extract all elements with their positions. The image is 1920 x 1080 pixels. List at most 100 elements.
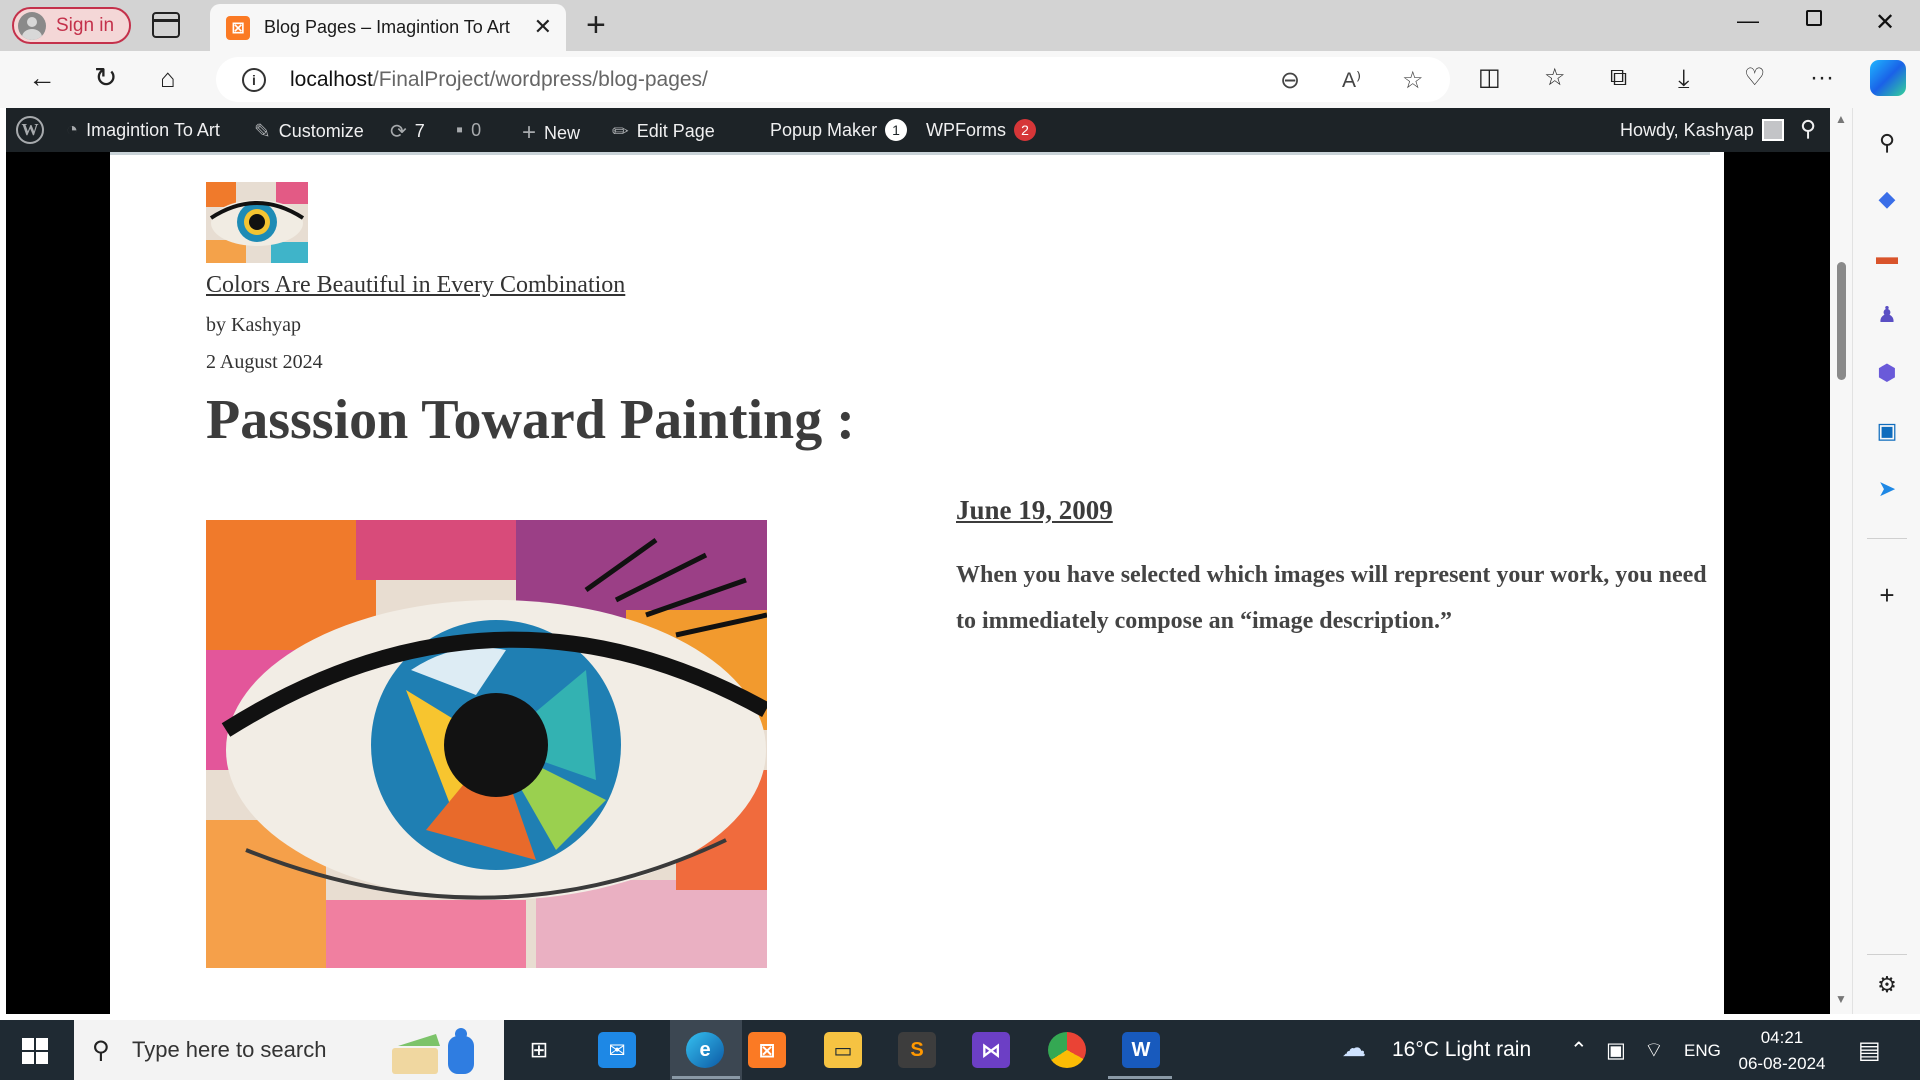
- weather-text[interactable]: 16°C Light rain: [1392, 1038, 1531, 1062]
- favorite-star-icon[interactable]: ☆: [1402, 66, 1424, 95]
- pencil-icon: ✏: [612, 121, 629, 143]
- games-icon[interactable]: ♟: [1874, 302, 1900, 328]
- post-date: 2 August 2024: [206, 351, 323, 373]
- downloads-icon[interactable]: ⤓: [1678, 63, 1690, 93]
- url-text[interactable]: localhost/FinalProject/wordpress/blog-pa…: [290, 68, 708, 92]
- site-info-icon[interactable]: i: [242, 68, 266, 92]
- display-icon[interactable]: ▣: [1606, 1038, 1626, 1063]
- add-sidebar-app-icon[interactable]: +: [1874, 582, 1900, 608]
- scroll-up-arrow-icon[interactable]: ▲: [1835, 112, 1847, 126]
- admin-edit-page[interactable]: ✏ Edit Page: [612, 119, 715, 144]
- close-window-icon[interactable]: ✕: [1875, 8, 1895, 37]
- more-menu-icon[interactable]: ···: [1810, 63, 1834, 93]
- admin-updates[interactable]: ⟳ 7: [390, 119, 425, 144]
- back-arrow-icon[interactable]: ←: [28, 63, 56, 93]
- post-thumbnail[interactable]: [206, 182, 308, 263]
- word-app-icon[interactable]: W: [1122, 1032, 1160, 1068]
- minimize-icon[interactable]: —: [1737, 8, 1759, 34]
- browser-tab[interactable]: ⊠ Blog Pages – Imagintion To Art ✕: [210, 4, 566, 51]
- admin-wpforms[interactable]: WPForms 2: [926, 119, 1036, 141]
- popup-maker-badge: 1: [885, 119, 908, 141]
- language-indicator[interactable]: ENG: [1684, 1041, 1721, 1061]
- sign-in-label: Sign in: [56, 14, 115, 36]
- admin-new[interactable]: + New: [522, 119, 580, 147]
- admin-comments[interactable]: ▪ 0: [456, 119, 481, 142]
- profile-icon: [18, 11, 46, 40]
- taskbar-search-icon: ⚲: [92, 1037, 110, 1064]
- edge-sidebar: ⚲ ◆ ▬ ♟ ⬢ ▣ ➤ + ⚙: [1852, 108, 1920, 1014]
- sidebar-search-icon[interactable]: ⚲: [1874, 130, 1900, 156]
- admin-site-name[interactable]: ◔ Imagintion To Art: [66, 119, 220, 142]
- screen: Sign in ⊠ Blog Pages – Imagintion To Art…: [0, 0, 1920, 1080]
- visual-studio-icon[interactable]: ⋈: [972, 1032, 1010, 1068]
- collections-icon[interactable]: ⧉: [1610, 63, 1627, 93]
- edge-running-indicator: [672, 1076, 740, 1079]
- tray-chevron-icon[interactable]: ⌃: [1570, 1038, 1588, 1063]
- split-screen-icon[interactable]: ◫: [1478, 63, 1501, 93]
- close-tab-icon[interactable]: ✕: [534, 14, 552, 40]
- tab-title: Blog Pages – Imagintion To Art: [264, 17, 510, 37]
- copilot-icon[interactable]: [1870, 60, 1906, 96]
- url-path: /FinalProject/wordpress/blog-pages/: [372, 68, 708, 91]
- favorites-icon[interactable]: ☆: [1544, 63, 1566, 93]
- notifications-icon[interactable]: ▤: [1858, 1036, 1881, 1065]
- file-explorer-icon[interactable]: ▭: [824, 1032, 862, 1068]
- search-highlight-art: [384, 1026, 494, 1076]
- mail-app-icon[interactable]: ✉: [598, 1032, 636, 1068]
- home-icon[interactable]: ⌂: [160, 63, 176, 93]
- drop-icon[interactable]: ➤: [1874, 476, 1900, 502]
- new-tab-icon[interactable]: +: [586, 6, 606, 45]
- eye-painting-image: [206, 520, 767, 968]
- tools-briefcase-icon[interactable]: ▬: [1874, 244, 1900, 270]
- admin-search-icon[interactable]: ⚲: [1800, 116, 1816, 142]
- url-host: localhost: [290, 68, 373, 91]
- taskbar-search-box[interactable]: ⚲ Type here to search: [74, 1020, 504, 1080]
- wifi-icon[interactable]: ⌔: [1644, 1038, 1664, 1064]
- outlook-icon[interactable]: ▣: [1874, 418, 1900, 444]
- word-running-indicator: [1108, 1076, 1172, 1079]
- scroll-down-arrow-icon[interactable]: ▼: [1835, 992, 1847, 1006]
- related-post-link[interactable]: Colors Are Beautiful in Every Combinatio…: [206, 272, 625, 299]
- admin-account[interactable]: Howdy, Kashyap: [1620, 119, 1784, 141]
- page-title: Passsion Toward Painting :: [206, 389, 855, 451]
- wpforms-label: WPForms: [926, 119, 1006, 140]
- new-label: New: [544, 122, 581, 143]
- plus-icon: +: [522, 119, 537, 146]
- taskbar-search-placeholder: Type here to search: [132, 1037, 327, 1062]
- tab-actions-icon[interactable]: [152, 12, 180, 38]
- weather-cloud-icon[interactable]: ☁: [1342, 1034, 1366, 1063]
- updates-icon: ⟳: [390, 121, 407, 143]
- restore-icon[interactable]: [1806, 10, 1822, 26]
- read-aloud-icon[interactable]: A⁾: [1342, 68, 1361, 93]
- microsoft-365-icon[interactable]: ⬢: [1874, 360, 1900, 386]
- taskbar-clock[interactable]: 04:21 06-08-2024: [1735, 1025, 1829, 1077]
- chrome-app-icon[interactable]: [1048, 1032, 1086, 1068]
- page-scrollbar[interactable]: ▲ ▼: [1830, 108, 1852, 1014]
- shopping-tag-icon[interactable]: ◆: [1874, 186, 1900, 212]
- scroll-thumb[interactable]: [1837, 262, 1846, 380]
- xampp-app-icon[interactable]: ⊠: [748, 1032, 786, 1068]
- sublime-text-icon[interactable]: S: [898, 1032, 936, 1068]
- task-view-icon[interactable]: ⊞: [520, 1032, 558, 1068]
- browser-essentials-icon[interactable]: ♡: [1744, 63, 1766, 93]
- edit-page-label: Edit Page: [636, 121, 715, 141]
- side-date-link[interactable]: June 19, 2009: [956, 495, 1113, 526]
- address-bar[interactable]: i localhost/FinalProject/wordpress/blog-…: [216, 57, 1450, 102]
- wp-admin-bar: W ◔ Imagintion To Art ✎ Customize ⟳ 7 ▪ …: [6, 108, 1830, 152]
- refresh-icon[interactable]: ↻: [94, 63, 117, 93]
- admin-popup-maker[interactable]: Popup Maker 1: [770, 119, 908, 141]
- sidebar-settings-gear-icon[interactable]: ⚙: [1874, 972, 1900, 998]
- browser-toolbar: ← ↻ ⌂ i localhost/FinalProject/wordpress…: [0, 51, 1920, 108]
- brush-icon: ✎: [254, 121, 271, 143]
- wordpress-logo-icon[interactable]: W: [16, 116, 44, 144]
- zoom-out-icon[interactable]: ⊖: [1280, 66, 1300, 95]
- clock-date: 06-08-2024: [1738, 1054, 1826, 1073]
- windows-start-icon[interactable]: [22, 1038, 48, 1064]
- edge-app-icon[interactable]: e: [686, 1032, 724, 1068]
- howdy-label: Howdy, Kashyap: [1620, 119, 1754, 140]
- page-content: Colors Are Beautiful in Every Combinatio…: [110, 152, 1724, 1014]
- sign-in-button[interactable]: Sign in: [12, 7, 131, 44]
- comments-count: 0: [471, 120, 482, 140]
- comment-icon: ▪: [456, 119, 464, 141]
- admin-customize[interactable]: ✎ Customize: [254, 119, 364, 144]
